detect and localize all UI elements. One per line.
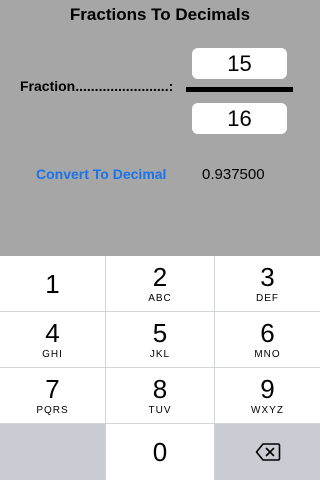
key-digit: 0	[152, 437, 168, 467]
key-digit: 9	[260, 374, 275, 404]
page-title: Fractions To Decimals	[69, 5, 251, 24]
key-digit: 7	[45, 374, 60, 404]
key-letters: JKL	[149, 349, 171, 360]
key-digit: 3	[260, 262, 275, 292]
app-panel: Fractions To Decimals Fraction..........…	[0, 0, 320, 256]
key-letters: WXYZ	[251, 405, 284, 416]
key-letters: DEF	[256, 293, 279, 304]
numerator-field[interactable]: 15	[192, 48, 287, 79]
key-7[interactable]: 7 PQRS	[0, 368, 105, 423]
key-0[interactable]: 0	[106, 424, 214, 480]
key-6[interactable]: 6 MNO	[215, 312, 320, 367]
fraction-label: Fraction........................:	[20, 78, 174, 94]
key-digit: 4	[45, 318, 60, 348]
key-digit: 6	[260, 318, 275, 348]
key-4[interactable]: 4 GHI	[0, 312, 105, 367]
blank-key	[0, 424, 105, 480]
key-5[interactable]: 5 JKL	[106, 312, 214, 367]
key-digit: 5	[152, 318, 168, 348]
delete-key[interactable]	[215, 424, 320, 480]
key-letters: PQRS	[36, 405, 69, 416]
key-letters: GHI	[42, 349, 63, 360]
result-value: 0.937500	[202, 166, 265, 183]
key-3[interactable]: 3 DEF	[215, 256, 320, 311]
key-digit: 8	[152, 374, 168, 404]
fraction-bar	[186, 87, 293, 92]
key-digit: 2	[152, 262, 168, 292]
convert-button[interactable]: Convert To Decimal	[36, 166, 166, 182]
key-1[interactable]: 1	[0, 256, 105, 311]
key-8[interactable]: 8 TUV	[106, 368, 214, 423]
key-letters: TUV	[148, 405, 172, 416]
denominator-field[interactable]: 16	[192, 103, 287, 134]
key-2[interactable]: 2 ABC	[106, 256, 214, 311]
key-9[interactable]: 9 WXYZ	[215, 368, 320, 423]
key-letters: MNO	[254, 349, 281, 360]
numeric-keypad: 1 2 ABC 3 DEF 4 GHI 5 JKL 6 MNO 7 PQRS 8…	[0, 256, 320, 480]
key-letters: ABC	[148, 293, 172, 304]
key-digit: 1	[45, 269, 60, 299]
backspace-icon	[255, 443, 280, 461]
